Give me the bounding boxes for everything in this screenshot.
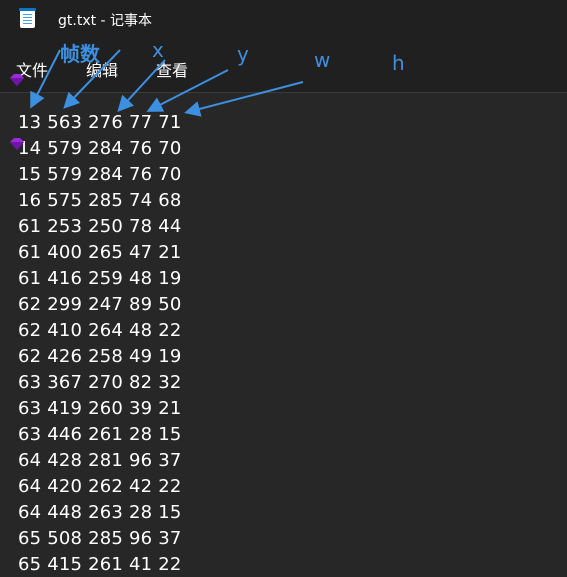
purple-gem-icon	[10, 74, 24, 86]
text-line: 61 400 265 47 21	[18, 242, 182, 263]
annotation-h-label: h	[392, 51, 405, 75]
text-line: 14 579 284 76 70	[18, 138, 182, 159]
text-line: 62 299 247 89 50	[18, 294, 182, 315]
text-line: 64 428 281 96 37	[18, 450, 182, 471]
text-line: 64 420 262 42 22	[18, 476, 182, 497]
annotation-frame-label: 帧数	[60, 42, 100, 66]
text-line: 15 579 284 76 70	[18, 164, 182, 185]
text-line: 13 563 276 77 71	[18, 112, 182, 133]
text-line: 63 419 260 39 21	[18, 398, 182, 419]
text-line: 61 253 250 78 44	[18, 216, 182, 237]
text-line: 61 416 259 48 19	[18, 268, 182, 289]
purple-gem-icon	[10, 138, 24, 150]
text-line: 62 410 264 48 22	[18, 320, 182, 341]
window-title: gt.txt - 记事本	[58, 13, 153, 29]
annotation-w-label: w	[314, 48, 331, 72]
text-line: 65 415 261 41 22	[18, 554, 182, 575]
title-bar: gt.txt - 记事本	[0, 0, 567, 38]
text-line: 63 446 261 28 15	[18, 424, 182, 445]
text-line: 65 508 285 96 37	[18, 528, 182, 549]
annotation-x-label: x	[152, 38, 164, 62]
text-line: 62 426 258 49 19	[18, 346, 182, 367]
text-line: 64 448 263 28 15	[18, 502, 182, 523]
text-line: 63 367 270 82 32	[18, 372, 182, 393]
annotation-y-label: y	[237, 42, 249, 66]
text-line: 16 575 285 74 68	[18, 190, 182, 211]
notepad-icon	[19, 8, 36, 28]
